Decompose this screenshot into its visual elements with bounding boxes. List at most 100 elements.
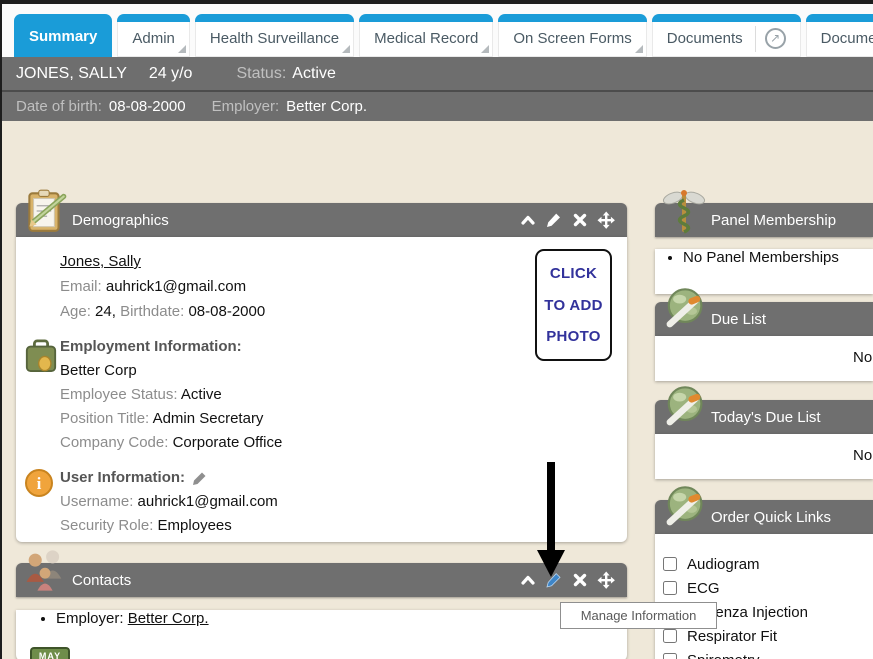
position-title-value: Admin Secretary bbox=[153, 410, 264, 427]
panel-title: Order Quick Links bbox=[711, 509, 831, 526]
window-top-edge bbox=[0, 0, 873, 4]
close-icon[interactable] bbox=[571, 571, 589, 589]
move-icon[interactable] bbox=[597, 571, 615, 589]
tab-label: Admin bbox=[132, 23, 175, 47]
tab-medical-record[interactable]: Medical Record bbox=[359, 14, 493, 57]
company-code-value: Corporate Office bbox=[173, 434, 283, 451]
collapse-icon[interactable] bbox=[519, 211, 537, 229]
todays-due-list-header: Today's Due List bbox=[655, 400, 873, 434]
tab-on-screen-forms[interactable]: On Screen Forms bbox=[498, 14, 646, 57]
tab-accent-cap bbox=[359, 14, 493, 22]
employment-company: Better Corp bbox=[16, 359, 627, 383]
position-title-label: Position Title: bbox=[60, 410, 149, 427]
order-quick-links-body: Audiogram ECG Influenza Injection Respir… bbox=[655, 534, 873, 659]
thermometer-icon bbox=[659, 383, 709, 433]
quick-link-row: Spirometry bbox=[655, 648, 873, 659]
panel-title: Demographics bbox=[72, 212, 169, 229]
spirometry-checkbox[interactable] bbox=[663, 653, 677, 659]
audiogram-checkbox[interactable] bbox=[663, 557, 677, 571]
patient-subheader-bar: Date of birth: 08-08-2000 Employer: Bett… bbox=[2, 92, 873, 121]
todays-due-list-empty-text: No bbox=[853, 447, 872, 464]
tab-health-surveillance[interactable]: Health Surveillance bbox=[195, 14, 354, 57]
contacts-panel-body: Employer: Better Corp. bbox=[16, 610, 627, 659]
email-label: Email: bbox=[60, 278, 102, 295]
birthdate-label: Birthdate: bbox=[120, 303, 184, 320]
quick-link-row: Audiogram bbox=[655, 552, 873, 576]
employee-status-value: Active bbox=[181, 386, 222, 403]
submenu-indicator-icon bbox=[342, 45, 350, 53]
manage-information-tooltip: Manage Information bbox=[560, 602, 717, 629]
contact-employer-label: Employer: bbox=[56, 610, 124, 627]
info-icon: i bbox=[24, 468, 54, 498]
company-code-label: Company Code: bbox=[60, 434, 168, 451]
employer-label: Employer: bbox=[212, 98, 280, 115]
tab-label: Documents-DV bbox=[821, 23, 873, 47]
briefcase-icon bbox=[24, 337, 58, 375]
username-label: Username: bbox=[60, 493, 133, 510]
panel-actions bbox=[519, 211, 627, 229]
panel-membership-panel: Panel Membership No Panel Memberships bbox=[655, 203, 873, 294]
tab-summary[interactable]: Summary bbox=[14, 14, 112, 57]
edit-pencil-icon[interactable] bbox=[192, 471, 207, 486]
edit-icon[interactable] bbox=[545, 211, 563, 229]
external-link-icon[interactable]: ↗ bbox=[765, 28, 786, 49]
status-value: Active bbox=[292, 65, 336, 83]
due-list-header: Due List bbox=[655, 302, 873, 336]
quick-link-label: Audiogram bbox=[687, 556, 760, 573]
panel-membership-header: Panel Membership bbox=[655, 203, 873, 237]
due-list-body: No bbox=[655, 336, 873, 381]
contact-employer-link[interactable]: Better Corp. bbox=[128, 610, 209, 627]
patient-name: JONES, SALLY bbox=[16, 65, 127, 83]
tab-label: On Screen Forms bbox=[513, 23, 631, 47]
submenu-indicator-icon bbox=[481, 45, 489, 53]
tab-accent-cap bbox=[195, 14, 354, 22]
calendar-may-icon: MAY bbox=[30, 647, 70, 659]
tab-label: Medical Record bbox=[374, 23, 478, 47]
clipboard-pencil-icon bbox=[20, 186, 70, 236]
panel-title: Panel Membership bbox=[711, 212, 836, 229]
window-left-edge bbox=[0, 0, 2, 659]
patient-age: 24 y/o bbox=[149, 65, 193, 83]
dob-value: 08-08-2000 bbox=[109, 98, 186, 115]
contact-list-item: Employer: Better Corp. bbox=[56, 610, 627, 627]
demographics-panel-header: Demographics bbox=[16, 203, 627, 237]
email-value: auhrick1@gmail.com bbox=[106, 278, 246, 295]
family-icon bbox=[20, 546, 70, 596]
tab-accent-cap bbox=[806, 14, 873, 22]
username-value: auhrick1@gmail.com bbox=[138, 493, 278, 510]
tab-accent-cap bbox=[117, 14, 190, 22]
patient-summary-page: Summary Admin Health Surveillance Medica… bbox=[0, 0, 873, 659]
move-icon[interactable] bbox=[597, 211, 615, 229]
quick-link-label: Respirator Fit bbox=[687, 628, 777, 645]
tab-accent-cap bbox=[652, 14, 801, 22]
tooltip-text: Manage Information bbox=[581, 608, 697, 623]
tab-documents[interactable]: Documents ↗ bbox=[652, 14, 801, 57]
age-label: Age: bbox=[60, 303, 91, 320]
annotation-arrow bbox=[536, 462, 566, 578]
patient-name-link[interactable]: Jones, Sally bbox=[60, 253, 141, 270]
security-role-value: Employees bbox=[158, 517, 232, 534]
quick-link-label: ECG bbox=[687, 580, 720, 597]
due-list-panel: Due List No bbox=[655, 302, 873, 381]
tab-label: Health Surveillance bbox=[210, 23, 339, 47]
collapse-icon[interactable] bbox=[519, 571, 537, 589]
svg-text:i: i bbox=[37, 474, 42, 493]
patient-header-bar: JONES, SALLY 24 y/o Status: Active bbox=[2, 57, 873, 90]
dob-label: Date of birth: bbox=[16, 98, 102, 115]
ecg-checkbox[interactable] bbox=[663, 581, 677, 595]
submenu-indicator-icon bbox=[178, 45, 186, 53]
birthdate-value: 08-08-2000 bbox=[188, 303, 265, 320]
tab-documents-dv[interactable]: Documents-DV ↗ bbox=[806, 14, 873, 57]
tab-admin[interactable]: Admin bbox=[117, 14, 190, 57]
photo-line: TO ADD bbox=[544, 297, 602, 314]
close-icon[interactable] bbox=[571, 211, 589, 229]
submenu-indicator-icon bbox=[635, 45, 643, 53]
order-quick-links-header: Order Quick Links bbox=[655, 500, 873, 534]
tab-accent-cap bbox=[498, 14, 646, 22]
quick-link-label: Spirometry bbox=[687, 652, 760, 659]
due-list-empty-text: No bbox=[853, 349, 872, 366]
thermometer-icon bbox=[659, 483, 709, 533]
respirator-fit-checkbox[interactable] bbox=[663, 629, 677, 643]
panel-title: Today's Due List bbox=[711, 409, 821, 426]
add-photo-button[interactable]: CLICK TO ADD PHOTO bbox=[535, 249, 612, 361]
